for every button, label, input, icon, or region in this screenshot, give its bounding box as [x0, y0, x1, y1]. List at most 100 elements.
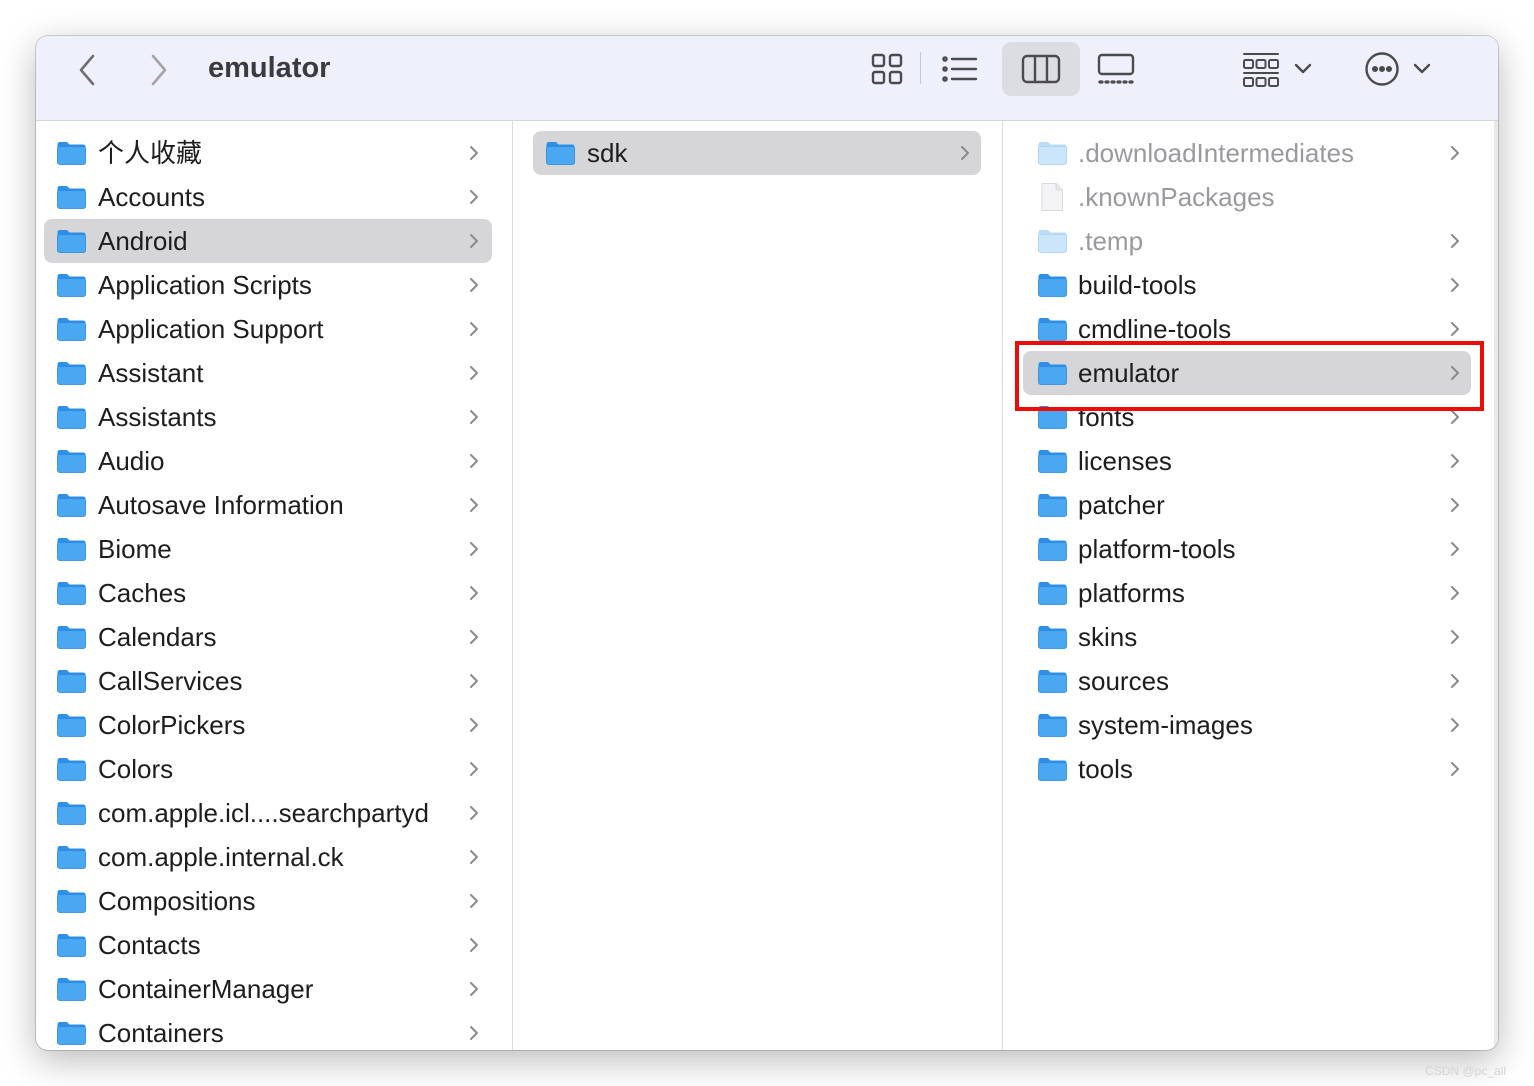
folder-item-compositions[interactable]: Compositions [44, 879, 492, 923]
folder-item-application-scripts[interactable]: Application Scripts [44, 263, 492, 307]
file-item-knownpackages[interactable]: .knownPackages [1023, 175, 1471, 219]
column-android[interactable]: sdk [513, 121, 1003, 1050]
gallery-icon [1097, 53, 1135, 84]
column-library[interactable]: 个人收藏 Accounts Android Application Scripts Ap… [36, 121, 513, 1050]
folder-item-cmdline-tools[interactable]: cmdline-tools [1023, 307, 1471, 351]
folder-item-assistants[interactable]: Assistants [44, 395, 492, 439]
folder-item-autosave-information[interactable]: Autosave Information [44, 483, 492, 527]
folder-icon [1037, 756, 1068, 782]
disclosure-chevron-icon [1449, 497, 1461, 513]
disclosure-chevron-icon [1449, 541, 1461, 557]
disclosure-chevron-icon [468, 805, 480, 821]
folder-item-contacts[interactable]: Contacts [44, 923, 492, 967]
folder-item-caches[interactable]: Caches [44, 571, 492, 615]
disclosure-chevron-icon [468, 673, 480, 689]
folder-item-com-apple-internal-ck[interactable]: com.apple.internal.ck [44, 835, 492, 879]
item-label: Contacts [98, 930, 201, 960]
item-label: Biome [98, 534, 172, 564]
disclosure-chevron-icon [468, 937, 480, 953]
folder-item-audio[interactable]: Audio [44, 439, 492, 483]
item-label: sdk [587, 138, 628, 168]
item-label: com.apple.internal.ck [98, 842, 344, 872]
gallery-view-button[interactable] [1090, 42, 1142, 96]
scrollbar[interactable] [1494, 121, 1498, 1050]
list-view-button[interactable] [934, 42, 986, 96]
item-label: Accounts [98, 182, 205, 212]
disclosure-chevron-icon [468, 541, 480, 557]
folder-icon [1037, 536, 1068, 562]
folder-item-licenses[interactable]: licenses [1023, 439, 1471, 483]
folder-item-platform-tools[interactable]: platform-tools [1023, 527, 1471, 571]
folder-item-colors[interactable]: Colors [44, 747, 492, 791]
folder-icon [1037, 448, 1068, 474]
disclosure-chevron-icon [959, 145, 971, 161]
folder-item-downloadintermediates[interactable]: .downloadIntermediates [1023, 131, 1471, 175]
folder-icon [56, 536, 87, 562]
folder-item-callservices[interactable]: CallServices [44, 659, 492, 703]
item-label: .knownPackages [1078, 182, 1275, 212]
disclosure-chevron-icon [1449, 145, 1461, 161]
folder-item-calendars[interactable]: Calendars [44, 615, 492, 659]
folder-icon [56, 316, 87, 342]
folder-item-biome[interactable]: Biome [44, 527, 492, 571]
folder-item-sdk[interactable]: sdk [533, 131, 981, 175]
folder-item-assistant[interactable]: Assistant [44, 351, 492, 395]
folder-item-system-images[interactable]: system-images [1023, 703, 1471, 747]
item-label: Colors [98, 754, 174, 784]
item-label: platforms [1078, 578, 1185, 608]
disclosure-chevron-icon [1449, 409, 1461, 425]
folder-item-accounts[interactable]: Accounts [44, 175, 492, 219]
folder-item-application-support[interactable]: Application Support [44, 307, 492, 351]
item-label: fonts [1078, 402, 1135, 432]
item-label: ContainerManager [98, 974, 314, 1004]
back-button[interactable] [68, 50, 108, 90]
item-label: platform-tools [1078, 534, 1236, 564]
folder-item-colorpickers[interactable]: ColorPickers [44, 703, 492, 747]
folder-item-containers[interactable]: Containers [44, 1011, 492, 1050]
folder-icon [1037, 272, 1068, 298]
folder-icon [56, 844, 87, 870]
folder-item-containermanager[interactable]: ContainerManager [44, 967, 492, 1011]
folder-item-android[interactable]: Android [44, 219, 492, 263]
folder-item-patcher[interactable]: patcher [1023, 483, 1471, 527]
folder-item-skins[interactable]: skins [1023, 615, 1471, 659]
column-view-button[interactable] [1002, 42, 1080, 96]
folder-icon [1037, 140, 1068, 166]
watermark: CSDN @pc_all [1425, 1064, 1506, 1078]
forward-button[interactable] [138, 50, 178, 90]
item-label: Caches [98, 578, 187, 608]
toolbar: emulator [36, 36, 1498, 121]
item-label: 个人收藏 [98, 138, 203, 168]
icon-view-button[interactable] [862, 42, 912, 96]
item-label: ColorPickers [98, 710, 246, 740]
disclosure-chevron-icon [468, 1025, 480, 1041]
group-by-button[interactable] [1236, 42, 1318, 96]
more-actions-button[interactable] [1358, 42, 1438, 96]
folder-item-temp[interactable]: .temp [1023, 219, 1471, 263]
disclosure-chevron-icon [468, 497, 480, 513]
folder-icon [56, 756, 87, 782]
item-label: patcher [1078, 490, 1165, 520]
folder-item-build-tools[interactable]: build-tools [1023, 263, 1471, 307]
item-label: emulator [1078, 358, 1180, 388]
folder-item-emulator[interactable]: emulator [1023, 351, 1471, 395]
folder-icon [56, 668, 87, 694]
item-label: .temp [1078, 226, 1144, 256]
folder-icon [545, 140, 576, 166]
column-sdk[interactable]: .downloadIntermediates .knownPackages .tem… [1003, 121, 1498, 1050]
disclosure-chevron-icon [1449, 453, 1461, 469]
columns-icon [1021, 54, 1061, 84]
folder-item-tools[interactable]: tools [1023, 747, 1471, 791]
folder-item-platforms[interactable]: platforms [1023, 571, 1471, 615]
folder-icon [1037, 712, 1068, 738]
folder-item-fonts[interactable]: fonts [1023, 395, 1471, 439]
disclosure-chevron-icon [468, 409, 480, 425]
chevron-down-icon [1294, 63, 1312, 74]
folder-item-item[interactable]: 个人收藏 [44, 131, 492, 175]
disclosure-chevron-icon [1449, 673, 1461, 689]
window-title: emulator [208, 52, 331, 84]
folder-item-sources[interactable]: sources [1023, 659, 1471, 703]
folder-icon [56, 1020, 87, 1046]
folder-item-com-apple-icl-searchpartyd[interactable]: com.apple.icl....searchpartyd [44, 791, 492, 835]
item-label: Application Scripts [98, 270, 312, 300]
